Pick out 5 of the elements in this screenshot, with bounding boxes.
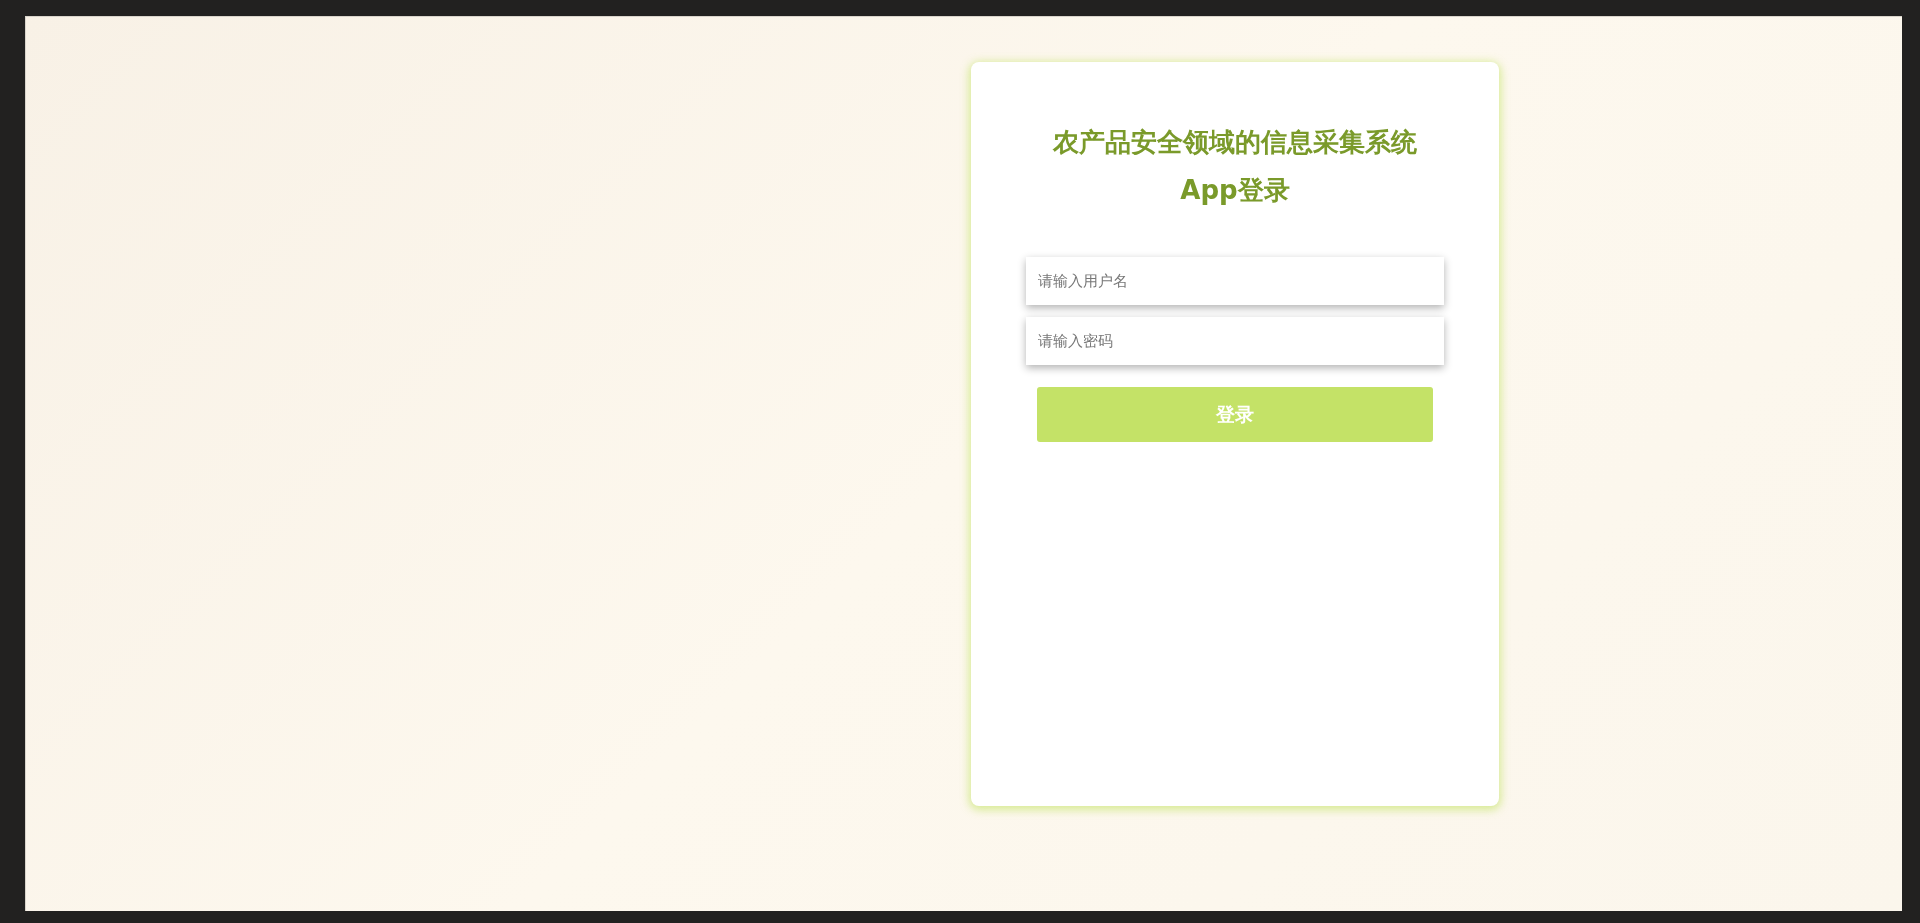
username-field[interactable]: 请输入用户名 xyxy=(1026,257,1444,305)
password-field[interactable]: 请输入密码 xyxy=(1026,317,1444,365)
card-title: App登录 xyxy=(1179,174,1291,207)
login-button[interactable]: 登录 xyxy=(1037,387,1433,442)
card-title: 农产品安全领域的信息采集系统 xyxy=(1051,126,1418,159)
